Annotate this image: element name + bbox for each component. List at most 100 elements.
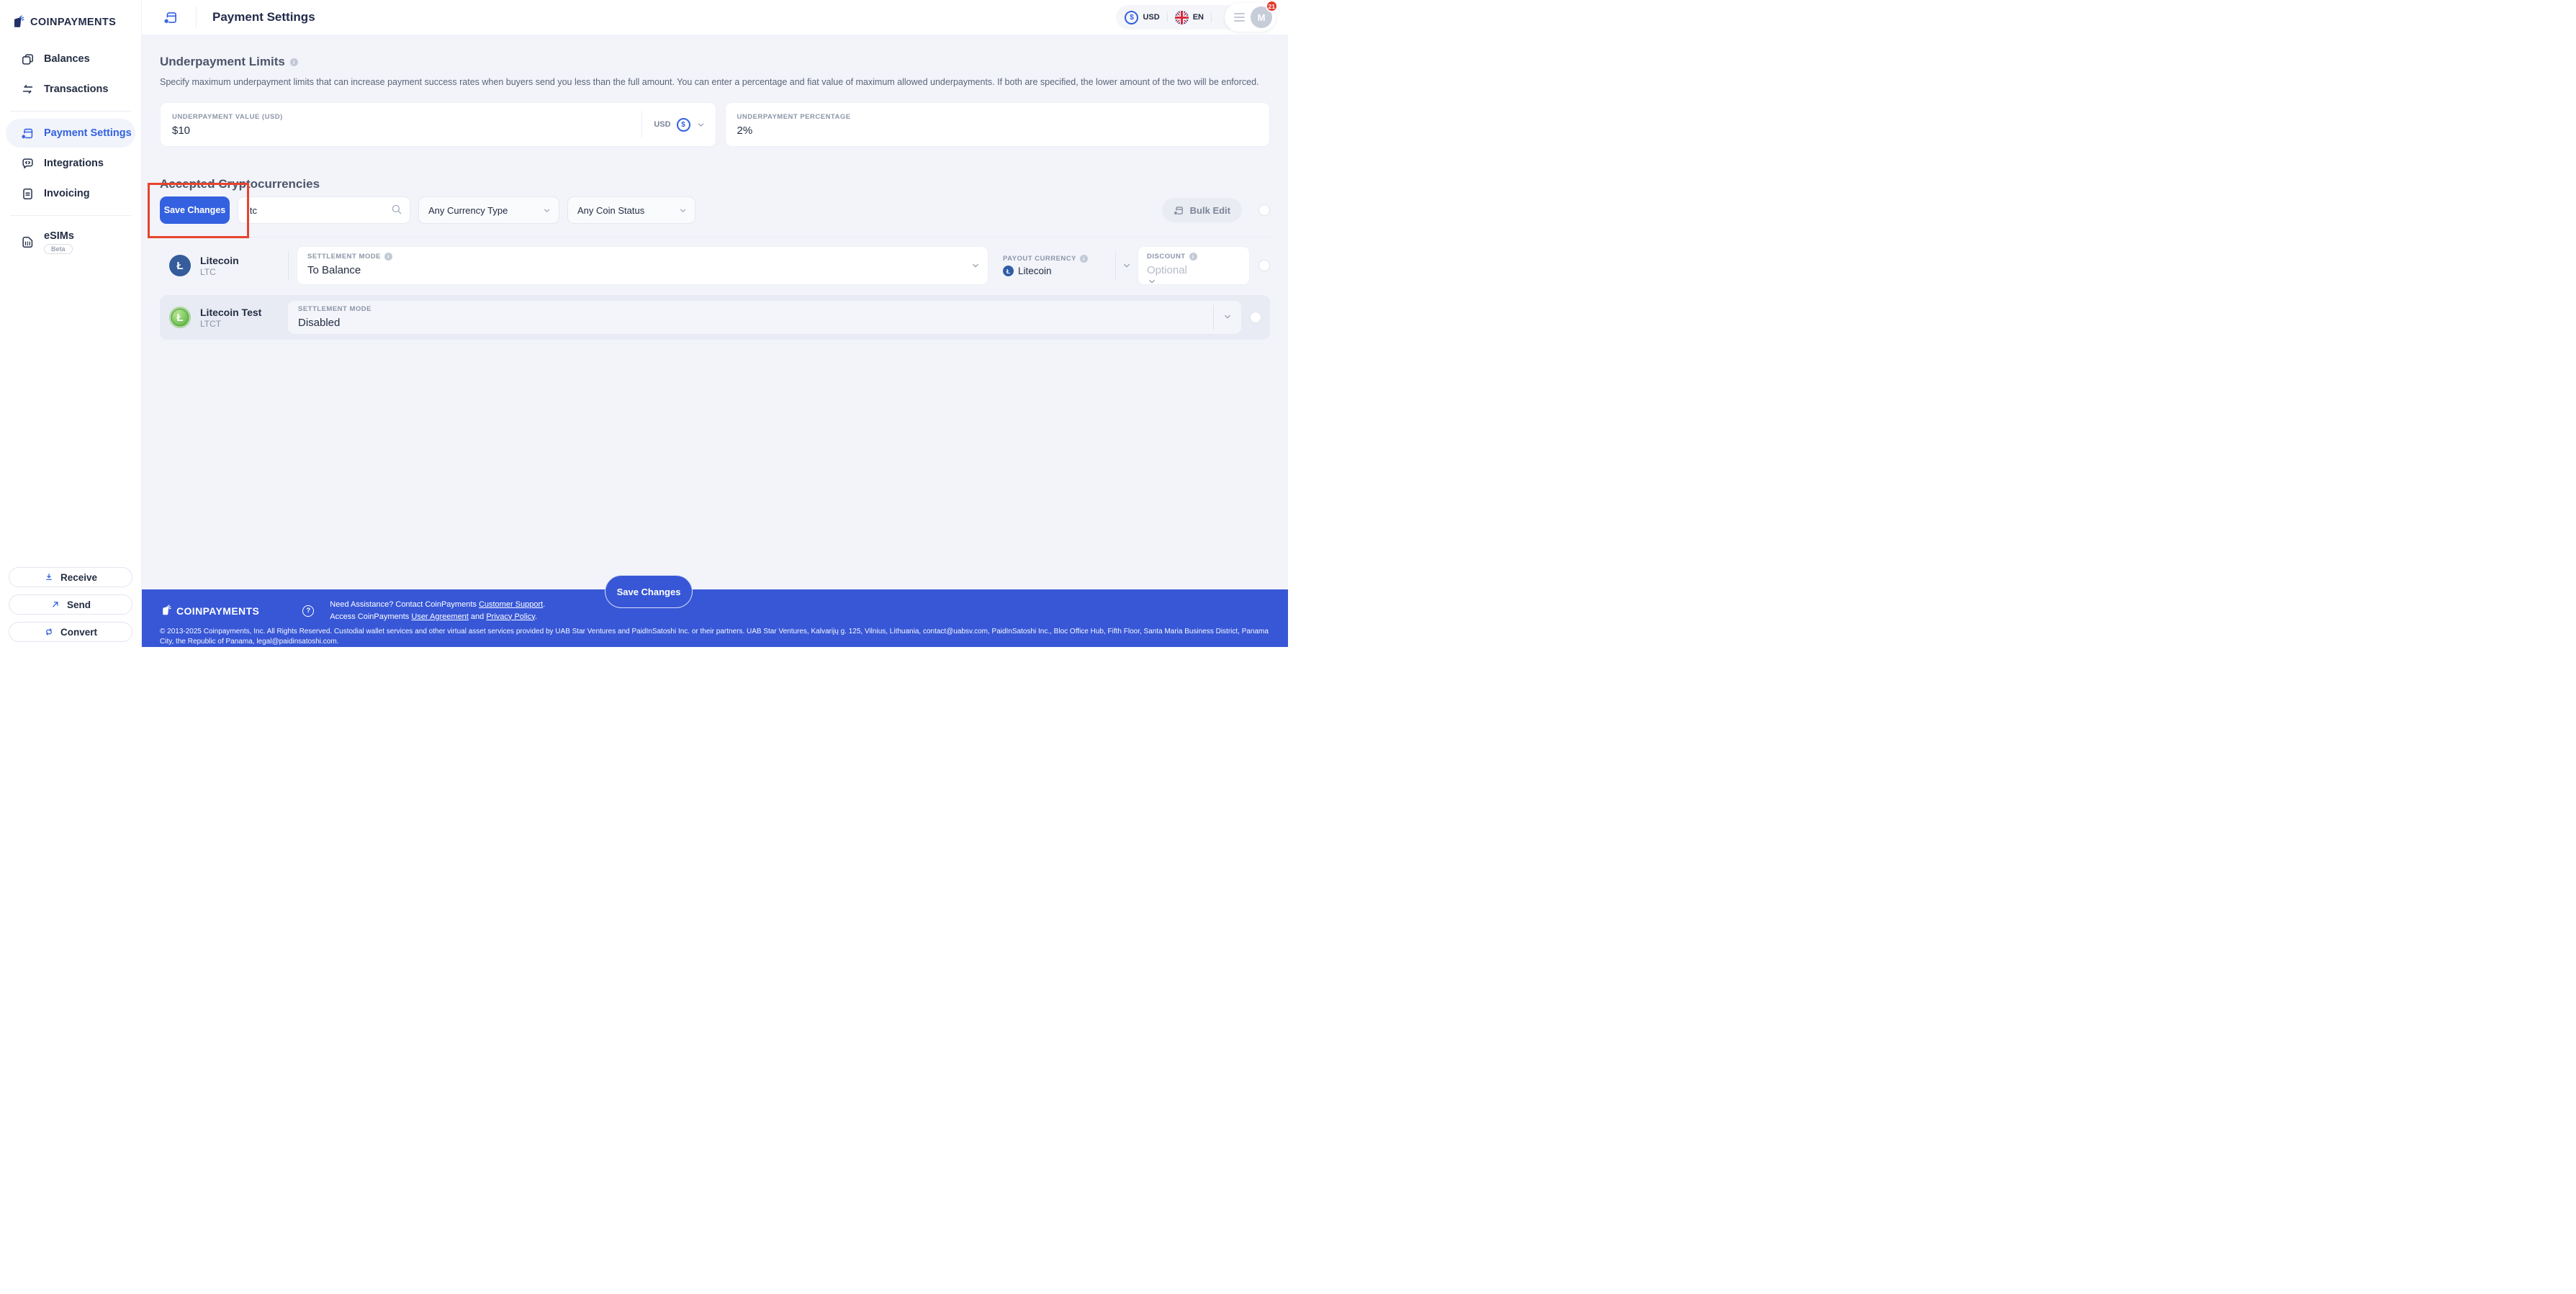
- currency-selector[interactable]: $ USD: [1125, 10, 1160, 24]
- floating-save-changes-button[interactable]: Save Changes: [605, 575, 693, 608]
- sidebar-item-label: Payment Settings: [44, 127, 132, 139]
- info-icon[interactable]: i: [289, 58, 298, 66]
- chevron-down-icon[interactable]: [970, 261, 981, 271]
- send-icon: [50, 600, 60, 610]
- bulk-edit-label: Bulk Edit: [1189, 204, 1230, 216]
- sidebar-item-label: Balances: [44, 53, 90, 65]
- underpayment-description: Specify maximum underpayment limits that…: [160, 77, 1259, 87]
- row-checkbox[interactable]: [1258, 260, 1270, 272]
- receive-button[interactable]: Receive: [9, 567, 132, 587]
- currency-label: USD: [1143, 13, 1160, 22]
- brand-logo[interactable]: COINPAYMENTS: [0, 0, 141, 35]
- underpayment-percentage-field[interactable]: UNDERPAYMENT PERCENTAGE 2%: [724, 102, 1270, 148]
- brand-name: COINPAYMENTS: [30, 17, 117, 28]
- wallet-icon: [21, 53, 35, 66]
- accepted-cryptocurrencies-title: Accepted Cryptocurrencies: [160, 177, 320, 191]
- sidebar-item-esims[interactable]: eSIMs Beta: [6, 223, 135, 261]
- separator: [1211, 12, 1212, 22]
- currency-type-dropdown[interactable]: Any Currency Type: [418, 196, 559, 225]
- coin-status-value: Any Coin Status: [577, 204, 645, 216]
- coin-search-input[interactable]: [238, 196, 410, 225]
- convert-button[interactable]: Convert: [9, 622, 132, 642]
- sidebar-item-balances[interactable]: Balances: [6, 45, 135, 73]
- filter-row: Save Changes Any Currency Type Any Coin …: [148, 183, 1270, 239]
- receive-label: Receive: [60, 571, 98, 583]
- underpayment-value[interactable]: $10: [172, 125, 630, 137]
- user-menu[interactable]: M 21: [1225, 0, 1278, 32]
- fiat-currency-label: USD: [654, 120, 671, 130]
- top-bar: Payment Settings $ USD EN M 21: [142, 0, 1288, 35]
- chevron-down-icon: [542, 206, 551, 215]
- settlement-mode-select[interactable]: SETTLEMENT MODE i To Balance: [297, 246, 988, 286]
- coin-name: Litecoin Test: [200, 306, 262, 318]
- chevron-down-icon: [696, 120, 706, 130]
- sidebar-item-invoicing[interactable]: Invoicing: [6, 179, 135, 208]
- chevron-down-icon[interactable]: [1147, 276, 1240, 286]
- row-checkbox[interactable]: [1250, 312, 1261, 324]
- coin-identity: Ł Litecoin LTC: [160, 254, 288, 278]
- litecoin-test-icon: Ł: [169, 307, 191, 329]
- send-label: Send: [66, 599, 91, 610]
- bulk-edit-icon: [1174, 205, 1184, 216]
- sidebar-nav: Balances Transactions Payment Settings I…: [0, 45, 141, 261]
- coin-status-dropdown[interactable]: Any Coin Status: [567, 196, 695, 225]
- footer-brand: COINPAYMENTS: [160, 605, 259, 617]
- sim-card-icon: [21, 235, 35, 249]
- underpayment-percentage-label: UNDERPAYMENT PERCENTAGE: [737, 112, 851, 121]
- fiat-currency-dropdown[interactable]: USD $: [641, 111, 715, 139]
- chevron-down-icon[interactable]: [1222, 312, 1233, 322]
- code-chat-icon: [21, 157, 35, 171]
- sidebar-item-transactions[interactable]: Transactions: [6, 75, 135, 104]
- separator: [1166, 12, 1168, 22]
- footer: COINPAYMENTS ? Need Assistance? Contact …: [142, 589, 1288, 647]
- receive-icon: [44, 572, 54, 582]
- page-title: Payment Settings: [212, 10, 315, 24]
- header-controls: $ USD EN M 21: [1116, 0, 1278, 32]
- customer-support-link[interactable]: Customer Support: [479, 600, 543, 609]
- chevron-down-icon: [678, 206, 688, 215]
- chevron-down-icon[interactable]: [1122, 261, 1132, 271]
- info-icon[interactable]: i: [1189, 253, 1197, 261]
- user-agreement-link[interactable]: User Agreement: [411, 612, 468, 621]
- convert-label: Convert: [60, 626, 97, 638]
- cell-divider: [1213, 305, 1214, 330]
- coin-name: Litecoin: [200, 254, 239, 266]
- sidebar-item-payment-settings[interactable]: Payment Settings: [6, 119, 135, 148]
- header-divider: [196, 6, 197, 28]
- sidebar-item-integrations[interactable]: Integrations: [6, 149, 135, 178]
- sidebar-divider: [10, 111, 131, 112]
- privacy-policy-link[interactable]: Privacy Policy: [486, 612, 535, 621]
- discount-label: DISCOUNT: [1147, 253, 1186, 261]
- menu-icon: [1234, 13, 1245, 22]
- sidebar-item-label: eSIMs: [44, 230, 74, 242]
- discount-placeholder[interactable]: Optional: [1147, 264, 1240, 276]
- save-changes-button[interactable]: Save Changes: [160, 196, 230, 225]
- payout-currency-value: Litecoin: [1018, 266, 1052, 277]
- discount-field[interactable]: DISCOUNT i Optional: [1138, 246, 1250, 286]
- sidebar: COINPAYMENTS Balances Transactions Payme…: [0, 0, 142, 647]
- sidebar-actions: Receive Send Convert: [9, 567, 132, 642]
- bulk-edit-button[interactable]: Bulk Edit: [1161, 198, 1242, 223]
- footer-copyright: © 2013-2025 Coinpayments, Inc. All Right…: [160, 628, 1269, 646]
- underpayment-value-field[interactable]: UNDERPAYMENT VALUE (USD) $10 USD $: [160, 102, 716, 148]
- language-selector[interactable]: EN: [1174, 10, 1204, 24]
- select-all-checkbox[interactable]: [1258, 204, 1270, 217]
- send-button[interactable]: Send: [9, 594, 132, 615]
- sidebar-item-label: Integrations: [44, 158, 104, 169]
- underpayment-limits-title: Underpayment Limits i: [160, 35, 1270, 69]
- sidebar-divider: [10, 215, 131, 216]
- help-icon[interactable]: ?: [302, 605, 315, 617]
- settlement-mode-select[interactable]: SETTLEMENT MODE Disabled: [288, 301, 1241, 335]
- coin-ticker: LTC: [200, 267, 216, 278]
- transfer-arrows-icon: [21, 83, 35, 96]
- settlement-mode-label: SETTLEMENT MODE: [298, 305, 371, 314]
- payout-currency-cell[interactable]: PAYOUT CURRENCY i Ł Litecoin: [988, 255, 1115, 277]
- info-icon[interactable]: i: [384, 253, 392, 261]
- info-icon[interactable]: i: [1080, 255, 1088, 263]
- language-label: EN: [1192, 13, 1204, 22]
- beta-badge: Beta: [44, 243, 73, 254]
- coin-search: [238, 196, 410, 225]
- underpayment-percentage[interactable]: 2%: [737, 125, 1258, 137]
- dollar-icon: $: [676, 117, 690, 132]
- coinpayments-logo-icon: [11, 15, 25, 30]
